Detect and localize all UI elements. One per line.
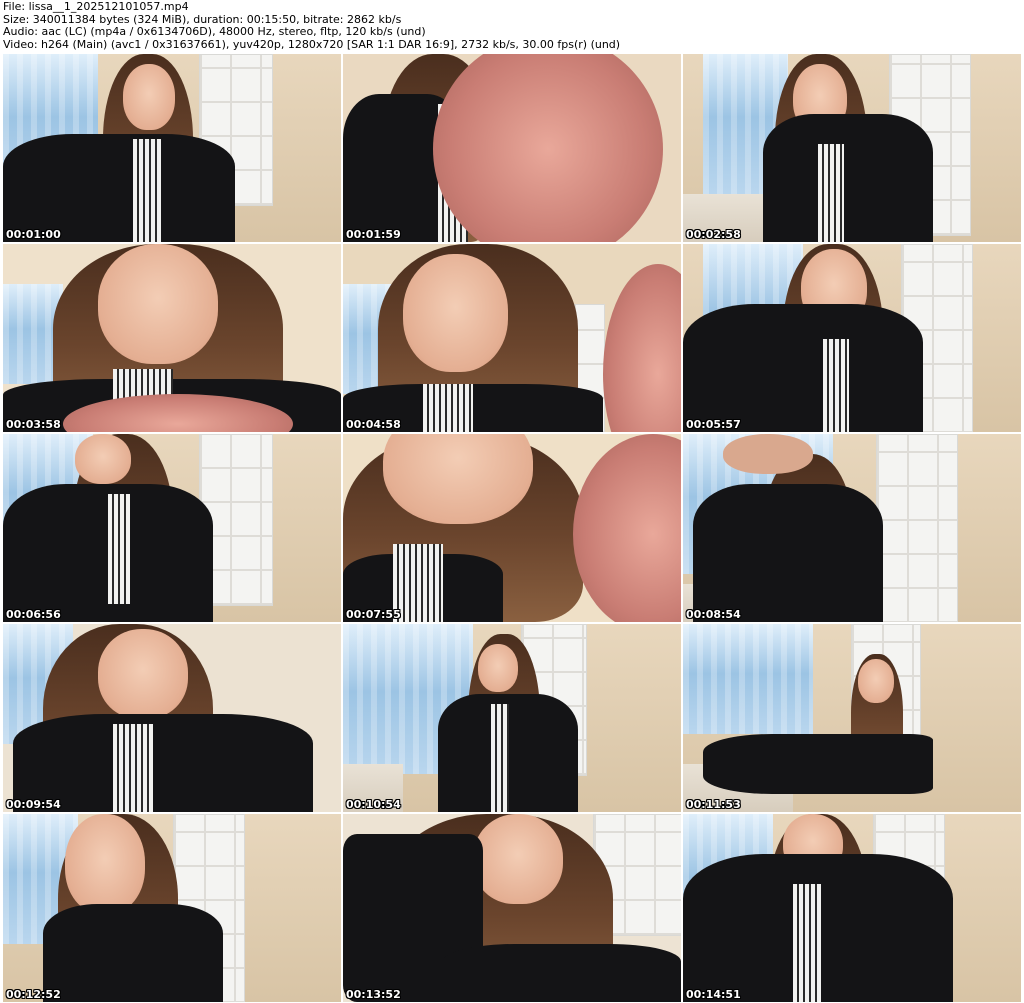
thumbnail-image [683,814,1021,1002]
thumbnail-image [343,814,681,1002]
thumbnail-grid: 00:01:00 00:01:59 00:02:58 00:03:58 00:0… [2,53,1022,1003]
thumbnail-image [343,244,681,432]
thumbnail-timestamp: 00:03:58 [6,418,61,431]
video-thumbnail: 00:02:58 [683,54,1021,242]
media-info-header: File: lissa__1_202512101057.mp4 Size: 34… [3,1,1021,51]
video-thumbnail: 00:08:54 [683,434,1021,622]
thumbnail-timestamp: 00:02:58 [686,228,741,241]
video-thumbnail: 00:09:54 [3,624,341,812]
file-size-line: Size: 340011384 bytes (324 MiB), duratio… [3,13,402,26]
video-thumbnail: 00:03:58 [3,244,341,432]
thumbnail-image [343,54,681,242]
thumbnail-timestamp: 00:01:59 [346,228,401,241]
thumbnail-timestamp: 00:12:52 [6,988,61,1001]
video-thumbnail: 00:05:57 [683,244,1021,432]
thumbnail-image [683,54,1021,242]
video-info-line: Video: h264 (Main) (avc1 / 0x31637661), … [3,38,621,51]
video-thumbnail: 00:01:59 [343,54,681,242]
video-thumbnail: 00:06:56 [3,434,341,622]
thumbnail-timestamp: 00:05:57 [686,418,741,431]
video-thumbnail: 00:11:53 [683,624,1021,812]
thumbnail-timestamp: 00:13:52 [346,988,401,1001]
video-thumbnail: 00:01:00 [3,54,341,242]
thumbnail-image [683,244,1021,432]
thumbnail-timestamp: 00:10:54 [346,798,401,811]
thumbnail-image [3,624,341,812]
thumbnail-timestamp: 00:01:00 [6,228,61,241]
thumbnail-timestamp: 00:08:54 [686,608,741,621]
thumbnail-image [683,434,1021,622]
thumbnail-timestamp: 00:06:56 [6,608,61,621]
thumbnail-image [3,244,341,432]
thumbnail-image [3,54,341,242]
thumbnail-timestamp: 00:07:55 [346,608,401,621]
thumbnail-image [3,814,341,1002]
file-name-line: File: lissa__1_202512101057.mp4 [3,1,189,13]
video-thumbnail: 00:12:52 [3,814,341,1002]
video-thumbnail: 00:14:51 [683,814,1021,1002]
thumbnail-image [3,434,341,622]
thumbnail-timestamp: 00:09:54 [6,798,61,811]
video-thumbnail: 00:13:52 [343,814,681,1002]
audio-info-line: Audio: aac (LC) (mp4a / 0x6134706D), 480… [3,26,426,38]
thumbnail-image [343,624,681,812]
video-thumbnail: 00:10:54 [343,624,681,812]
video-thumbnail: 00:07:55 [343,434,681,622]
video-thumbnail: 00:04:58 [343,244,681,432]
thumbnail-timestamp: 00:11:53 [686,798,741,811]
thumbnail-image [343,434,681,622]
thumbnail-timestamp: 00:04:58 [346,418,401,431]
thumbnail-timestamp: 00:14:51 [686,988,741,1001]
thumbnail-image [683,624,1021,812]
